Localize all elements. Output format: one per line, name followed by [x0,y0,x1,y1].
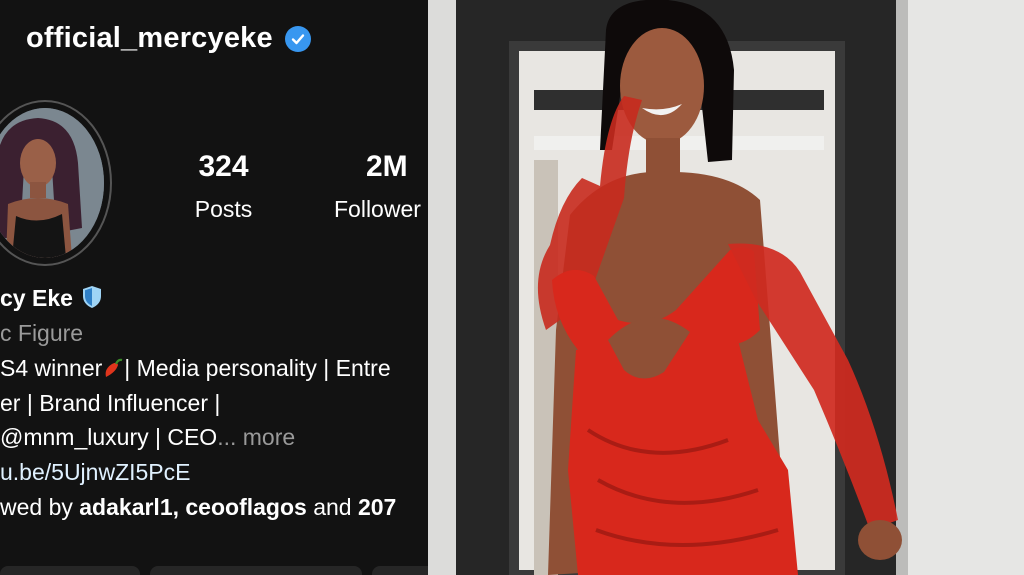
followed-prefix: wed by [0,494,80,520]
followed-names: adakarl1, ceooflagos [79,494,307,520]
username: official_mercyeke [26,22,273,54]
bio-line-3: @mnm_luxury | CEO... more [0,424,295,451]
shield-icon [81,285,103,309]
verified-badge-icon [284,25,311,52]
bio-line-1: S4 winner | Media personality | Entre [0,355,391,382]
posts-stat[interactable]: 324 Posts [186,150,261,223]
more-link[interactable]: ... more [217,424,295,450]
followed-and: and [306,494,358,520]
followers-count: 2M [366,150,408,183]
username-row: official_mercyeke [26,22,311,55]
bio-mention[interactable]: @mnm_luxury | CEO [0,424,217,450]
chili-pepper-icon [102,357,124,379]
bio-line-2: er | Brand Influencer | [0,390,221,416]
display-name-row: cy Eke [0,285,103,312]
display-name: cy Eke [0,285,73,311]
followers-label: Follower [334,196,421,222]
bio-line-1-b: | Media personality | Entre [124,355,391,381]
avatar[interactable] [0,100,112,266]
contact-button[interactable] [372,566,428,575]
followers-stat[interactable]: 2M Follower [334,150,428,223]
followed-by[interactable]: wed by adakarl1, ceooflagos and 207 [0,494,396,521]
posts-count: 324 [198,150,249,183]
category: c Figure [0,320,84,346]
avatar-image [0,108,104,258]
bio-line-1-a: S4 winner [0,355,103,381]
followed-count: 207 [357,494,397,520]
message-button[interactable] [150,566,362,575]
follow-button[interactable] [0,566,140,575]
posts-label: Posts [194,196,253,222]
photo-illustration [428,0,1024,575]
photo [428,0,1024,575]
profile-panel: official_mercyeke 324 Posts 2M Follower … [0,0,428,575]
profile-link[interactable]: u.be/5UjnwZI5PcE [0,459,190,486]
